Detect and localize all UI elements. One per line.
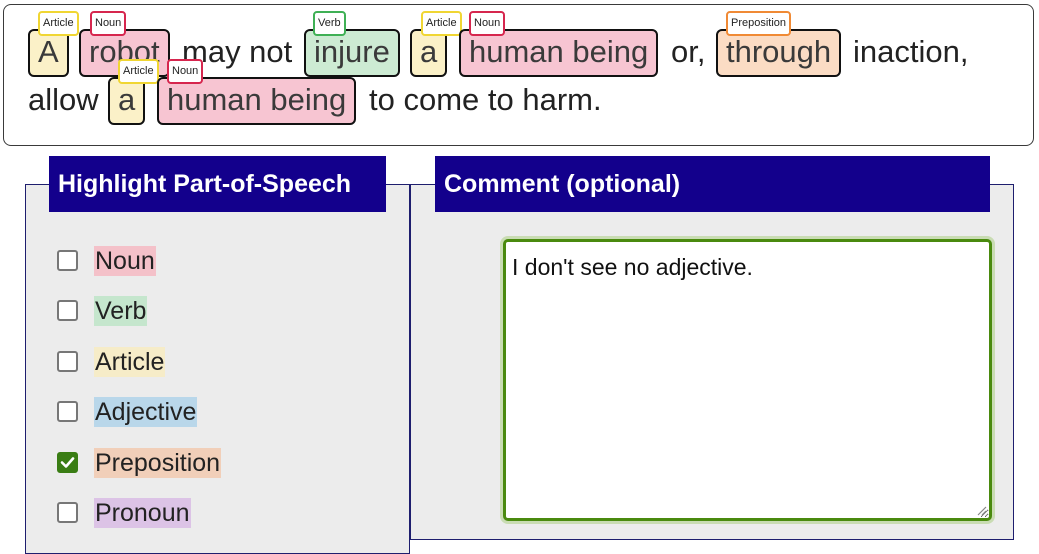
pronoun-label[interactable]: Pronoun [94,498,191,528]
preposition-checkbox[interactable] [57,452,78,473]
adjective-checkbox[interactable] [57,401,78,422]
comment-panel-title: Comment (optional) [435,156,990,212]
verb-checkbox[interactable] [57,300,78,321]
tag-article: Article [118,59,159,84]
token-or[interactable]: or, [671,30,705,74]
adjective-label[interactable]: Adjective [94,397,198,427]
resize-grip-icon[interactable] [976,505,987,516]
pos-fieldset [25,184,410,554]
tag-article: Article [421,11,462,36]
article-checkbox[interactable] [57,351,78,372]
verb-label[interactable]: Verb [94,296,148,326]
noun-label[interactable]: Noun [94,246,156,276]
token-human-being-noun[interactable]: human being [459,29,659,77]
pronoun-checkbox[interactable] [57,502,78,523]
token-allow[interactable]: allow [28,78,99,122]
tag-article: Article [38,11,79,36]
token-human-being-noun-2[interactable]: human being [157,77,357,125]
token-to-come-to-harm[interactable]: to come to harm. [369,78,602,122]
pos-panel-title: Highlight Part-of-Speech [49,156,386,212]
noun-checkbox[interactable] [57,250,78,271]
tag-preposition: Preposition [726,11,792,36]
tag-verb: Verb [313,11,346,36]
tag-noun: Noun [90,11,127,36]
tag-noun: Noun [167,59,204,84]
tag-noun: Noun [469,11,506,36]
token-a-article[interactable]: A [28,29,69,77]
token-a-article-2[interactable]: a [410,29,448,77]
token-through-preposition[interactable]: through [716,29,842,77]
token-inaction[interactable]: inaction, [853,30,968,74]
article-label[interactable]: Article [94,347,166,377]
checkmark-icon [60,457,75,468]
comment-textarea[interactable] [503,239,992,521]
token-a-article-3[interactable]: a [108,77,146,125]
token-injure-verb[interactable]: injure [304,29,400,77]
preposition-label[interactable]: Preposition [94,448,222,478]
